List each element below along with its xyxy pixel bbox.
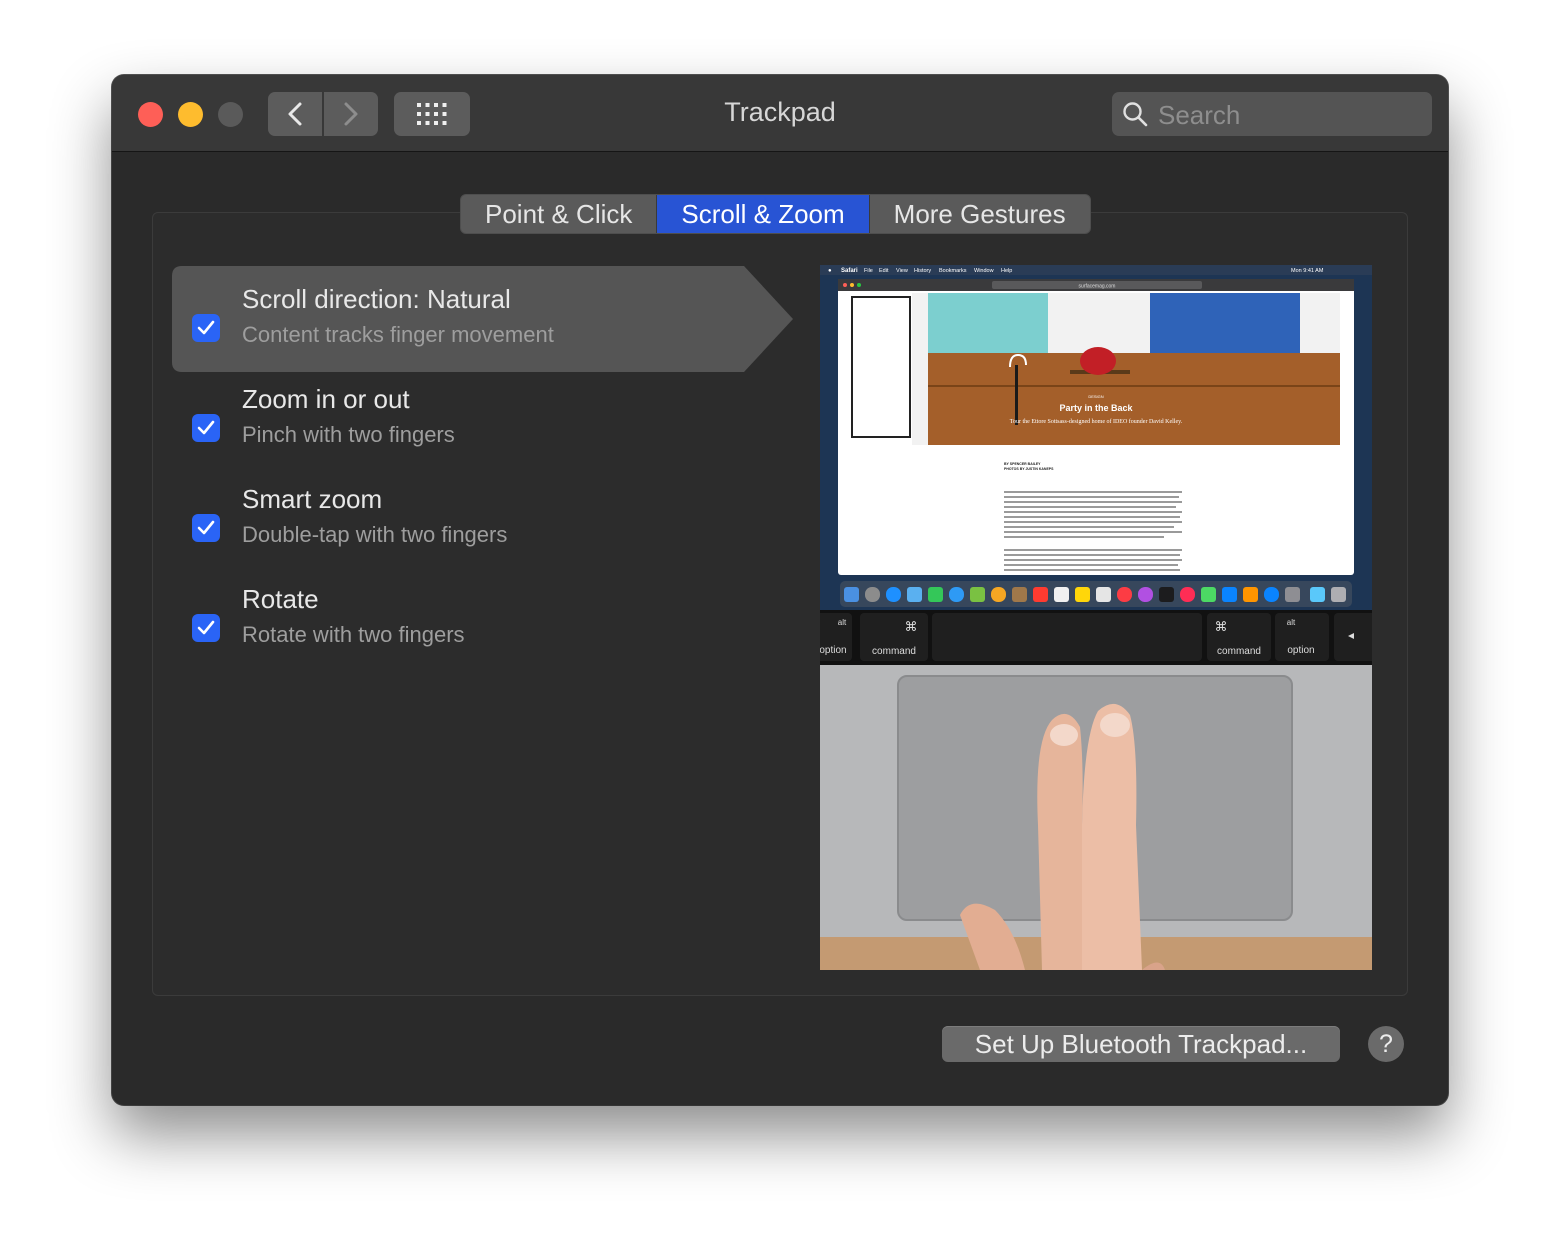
menu-clock: Mon 9:41 AM bbox=[1291, 268, 1324, 274]
svg-text:alt: alt bbox=[838, 618, 847, 627]
checkbox-scroll-direction[interactable] bbox=[192, 314, 220, 342]
menu-item: History bbox=[914, 268, 931, 274]
menu-item: File bbox=[864, 268, 873, 274]
tab-more-gestures[interactable]: More Gestures bbox=[868, 195, 1090, 233]
article-photo-credit: PHOTOS BY JUSTIN KANEPS bbox=[1004, 467, 1054, 471]
search-field[interactable] bbox=[1112, 92, 1432, 136]
option-subtitle: Rotate with two fingers bbox=[242, 622, 465, 647]
trackpad-window: Trackpad Point & Click Scroll & Zoom Mor… bbox=[112, 75, 1448, 1105]
key-space bbox=[932, 613, 1202, 661]
title-bar: Trackpad bbox=[112, 75, 1448, 152]
svg-text:alt: alt bbox=[1287, 618, 1296, 627]
option-title: Scroll direction: Natural bbox=[242, 284, 511, 314]
option-subtitle: Content tracks finger movement bbox=[242, 322, 554, 347]
selected-option-highlight bbox=[172, 266, 793, 372]
checkbox-smart-zoom[interactable] bbox=[192, 514, 220, 542]
option-title: Zoom in or out bbox=[242, 384, 410, 414]
menu-item: Help bbox=[1001, 268, 1012, 274]
apple-menu-icon: ● bbox=[828, 268, 832, 274]
checkmark-icon bbox=[197, 420, 215, 435]
article-body-lines bbox=[1004, 491, 1182, 571]
menu-item: Window bbox=[974, 268, 994, 274]
menu-item: View bbox=[896, 268, 908, 274]
menu-item: Bookmarks bbox=[939, 268, 967, 274]
help-button[interactable]: ? bbox=[1368, 1026, 1404, 1062]
search-input[interactable] bbox=[1156, 98, 1420, 132]
svg-text:option: option bbox=[820, 645, 847, 656]
checkbox-rotate[interactable] bbox=[192, 614, 220, 642]
checkmark-icon bbox=[197, 620, 215, 635]
svg-text:option: option bbox=[1287, 645, 1314, 656]
checkbox-zoom[interactable] bbox=[192, 414, 220, 442]
option-subtitle: Double-tap with two fingers bbox=[242, 522, 508, 547]
svg-text:⌘: ⌘ bbox=[1215, 619, 1228, 634]
svg-text:⌘: ⌘ bbox=[905, 619, 918, 634]
gesture-preview: ● Safari File Edit View History Bookmark… bbox=[820, 265, 1372, 970]
menu-item: Edit bbox=[879, 268, 889, 274]
tab-scroll-and-zoom[interactable]: Scroll & Zoom bbox=[656, 195, 869, 233]
tab-bar: Point & Click Scroll & Zoom More Gesture… bbox=[460, 194, 1091, 234]
setup-bluetooth-trackpad-button[interactable]: Set Up Bluetooth Trackpad... bbox=[942, 1026, 1340, 1062]
tab-point-and-click[interactable]: Point & Click bbox=[461, 195, 656, 233]
svg-text:command: command bbox=[1217, 646, 1261, 657]
article-byline: BY SPENCER BAILEY bbox=[1004, 462, 1041, 466]
option-title: Smart zoom bbox=[242, 484, 383, 514]
checkmark-icon bbox=[197, 520, 215, 535]
search-icon bbox=[1123, 102, 1148, 127]
article-subtitle: Tour the Ettore Sottsass-designed home o… bbox=[1010, 418, 1183, 425]
option-subtitle: Pinch with two fingers bbox=[242, 422, 455, 447]
article-kicker: DESIGN bbox=[1088, 394, 1103, 399]
gesture-preview-illustration: ● Safari File Edit View History Bookmark… bbox=[820, 265, 1372, 970]
article-title: Party in the Back bbox=[1059, 403, 1133, 413]
checkmark-icon bbox=[197, 320, 215, 335]
svg-text:command: command bbox=[872, 646, 916, 657]
option-title: Rotate bbox=[242, 584, 319, 614]
menu-app: Safari bbox=[841, 268, 858, 274]
address-text: surfacemag.com bbox=[1079, 284, 1116, 290]
